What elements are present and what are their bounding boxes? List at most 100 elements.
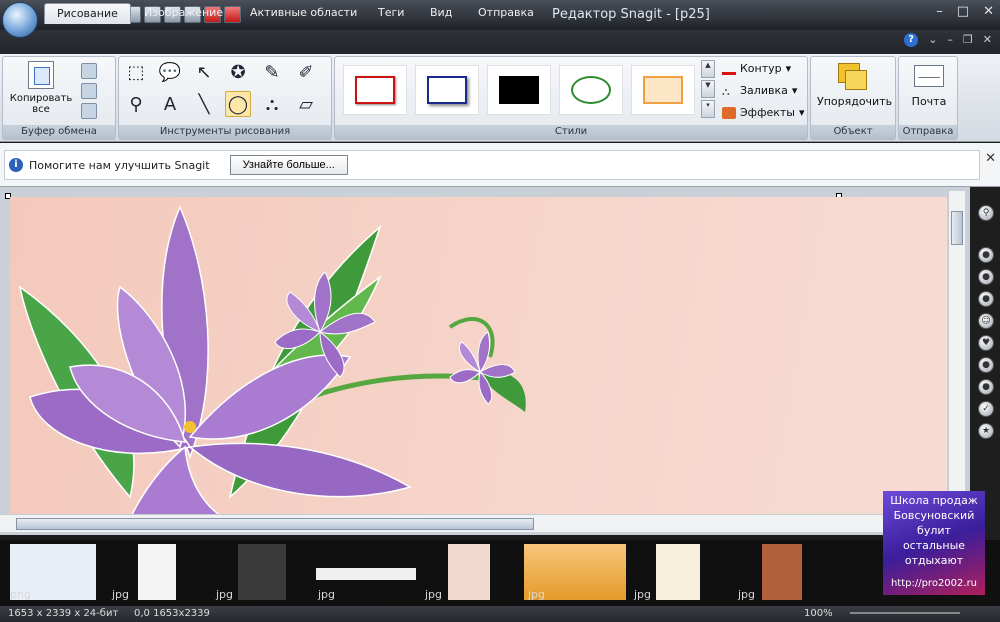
canvas-area[interactable]: [0, 187, 970, 535]
arrow-tool-icon[interactable]: ↖: [191, 59, 217, 85]
toolbar-icon[interactable]: ●: [978, 379, 994, 395]
object-group: Упорядочить Объект: [810, 56, 896, 140]
tray-label: jpg: [425, 588, 443, 601]
window-title: Редактор Snagit - [p25]: [552, 7, 710, 22]
vertical-scrollbar[interactable]: [948, 191, 965, 517]
style-swatch-green-ellipse[interactable]: [559, 65, 623, 115]
help-icon[interactable]: ?: [904, 33, 919, 47]
right-toolbar: ⚲ ● ● ● ☺ ♥ ● ● ✓ ★: [970, 187, 1000, 542]
copy-all-button[interactable]: Копировать все: [7, 61, 75, 115]
info-bar-content: i Помогите нам улучшить Snagit Узнайте б…: [4, 150, 980, 180]
info-close-icon[interactable]: ✕: [985, 151, 996, 166]
effects-button[interactable]: Эффекты ▾: [722, 106, 805, 119]
chevron-down-icon[interactable]: ⌄: [928, 33, 937, 47]
tray-thumbnail[interactable]: [138, 544, 176, 600]
fill-tool-icon[interactable]: ⛬: [259, 91, 285, 117]
flower-image[interactable]: [10, 197, 947, 519]
effects-icon: [722, 106, 736, 119]
fill-label: Заливка: [740, 84, 788, 97]
tab-image[interactable]: Изображение: [132, 3, 235, 24]
drawing-tools-label: Инструменты рисования: [119, 125, 331, 139]
zoom-tool-icon[interactable]: ⚲: [123, 91, 149, 117]
watermark-line: остальные: [902, 539, 966, 552]
style-swatch-red-rect[interactable]: [343, 65, 407, 115]
tab-hotspots[interactable]: Активные области: [238, 3, 369, 24]
horizontal-scroll-thumb[interactable]: [16, 518, 534, 530]
tab-drawing[interactable]: Рисование: [44, 3, 131, 24]
info-bar: i Помогите нам улучшить Snagit Узнайте б…: [0, 143, 1000, 187]
minimize-icon[interactable]: –: [936, 4, 943, 19]
eraser-tool-icon[interactable]: ▱: [293, 91, 319, 117]
maximize-icon[interactable]: □: [957, 4, 969, 19]
tray-thumbnail[interactable]: [316, 568, 416, 580]
watermark-line: Школа продаж: [890, 494, 978, 507]
app-menu-button[interactable]: [2, 2, 38, 38]
arrange-button[interactable]: Упорядочить: [817, 63, 892, 108]
fill-icon: ⛬: [722, 84, 730, 98]
tab-tags[interactable]: Теги: [366, 3, 416, 24]
mail-label: Почта: [911, 95, 947, 108]
close-icon[interactable]: ✕: [983, 4, 994, 19]
tray-label: jpg: [318, 588, 336, 601]
paste-icon[interactable]: [81, 103, 97, 119]
tray-thumbnail[interactable]: [762, 544, 802, 600]
ribbon: Копировать все Буфер обмена ⬚ 💬 ↖ ✪ ✎ ✐ …: [0, 54, 1000, 142]
tray-thumbnail[interactable]: [656, 544, 700, 600]
cut-icon[interactable]: [81, 63, 97, 79]
tray-label: jpg: [738, 588, 756, 601]
smiley-icon[interactable]: ☺: [978, 313, 994, 329]
search-icon[interactable]: ⚲: [978, 205, 994, 221]
object-group-label: Объект: [811, 125, 895, 139]
horizontal-scrollbar[interactable]: [0, 514, 965, 532]
capture-tray: [0, 540, 1000, 606]
close-icon[interactable]: ✕: [983, 33, 992, 47]
lily-flower-artwork: [18, 205, 526, 519]
watermark-line: Бовсуновский: [893, 509, 975, 522]
tray-thumbnail[interactable]: [238, 544, 286, 600]
zoom-slider[interactable]: [850, 612, 960, 614]
outline-label: Контур: [740, 62, 782, 75]
learn-more-button[interactable]: Узнайте больше...: [229, 155, 348, 175]
zoom-level: 100%: [804, 608, 833, 619]
style-swatch-blue-rect[interactable]: [415, 65, 479, 115]
text-tool-icon[interactable]: A: [157, 91, 183, 117]
toolbar-icon[interactable]: ●: [978, 291, 994, 307]
style-swatch-black-rect[interactable]: [487, 65, 551, 115]
tab-send[interactable]: Отправка: [466, 3, 546, 24]
stamp-tool-icon[interactable]: ✪: [225, 59, 251, 85]
pen-tool-icon[interactable]: ✎: [259, 59, 285, 85]
callout-tool-icon[interactable]: 💬: [157, 59, 183, 85]
toolbar-icon[interactable]: ●: [978, 357, 994, 373]
watermark-url: http://pro2002.ru: [890, 578, 978, 589]
watermark-line: отдыхают: [904, 554, 964, 567]
outline-button[interactable]: Контур ▾: [722, 62, 791, 75]
ribbon-tabs: [0, 30, 1000, 54]
style-swatch-orange-rect[interactable]: [631, 65, 695, 115]
line-tool-icon[interactable]: ╲: [191, 91, 217, 117]
tray-thumbnail[interactable]: [448, 544, 490, 600]
clipboard-group: Копировать все Буфер обмена: [2, 56, 116, 140]
minimize-icon[interactable]: –: [947, 33, 953, 47]
image-dimensions: 1653 x 2339 x 24-бит: [8, 608, 119, 619]
toolbar-icon[interactable]: ●: [978, 247, 994, 263]
tray-label: jpg: [528, 588, 546, 601]
heart-icon[interactable]: ♥: [978, 335, 994, 351]
tab-view[interactable]: Вид: [418, 3, 464, 24]
shape-tool-icon[interactable]: ◯: [225, 91, 251, 117]
copy-small-icon[interactable]: [81, 83, 97, 99]
restore-icon[interactable]: ❐: [963, 33, 973, 47]
mail-icon: [914, 65, 944, 87]
vertical-scroll-thumb[interactable]: [951, 211, 963, 245]
highlighter-tool-icon[interactable]: ✐: [293, 59, 319, 85]
fill-button[interactable]: ⛬ Заливка ▾: [722, 84, 797, 98]
effects-label: Эффекты: [740, 106, 795, 119]
toolbar-icon[interactable]: ●: [978, 269, 994, 285]
selection-tool-icon[interactable]: ⬚: [123, 59, 149, 85]
status-bar: 1653 x 2339 x 24-бит 0,0 1653x2339 100%: [0, 606, 1000, 622]
checkmark-icon[interactable]: ✓: [978, 401, 994, 417]
mail-button[interactable]: Почта: [903, 63, 955, 108]
star-icon[interactable]: ★: [978, 423, 994, 439]
styles-scroll[interactable]: ▲ ▼ ▾: [701, 60, 715, 118]
clipboard-group-label: Буфер обмена: [3, 125, 115, 139]
tray-label: jpg: [216, 588, 234, 601]
